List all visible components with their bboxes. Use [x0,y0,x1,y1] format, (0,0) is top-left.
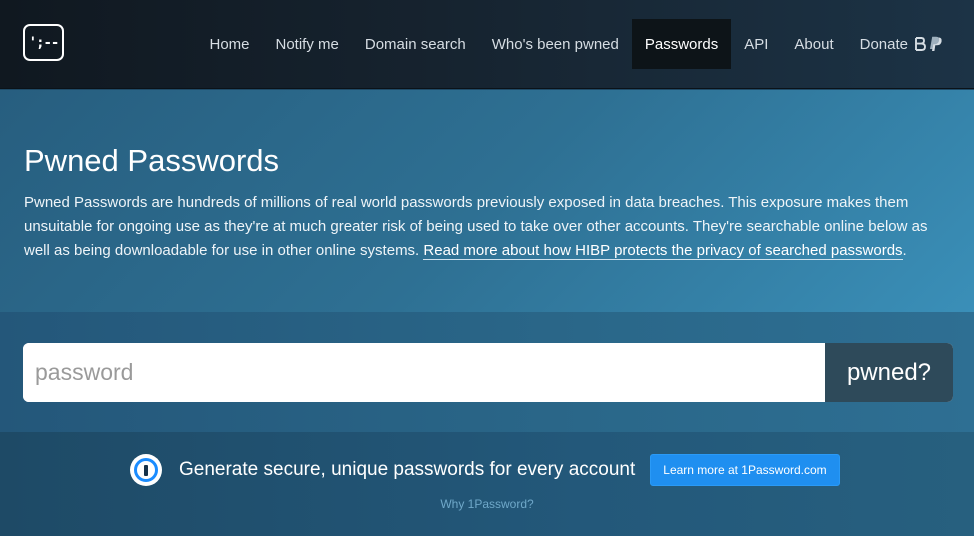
nav-item-domain-search[interactable]: Domain search [352,19,479,69]
navbar: ';-- Home Notify me Domain search Who's … [0,0,974,89]
nav-item-about[interactable]: About [781,19,846,69]
1password-icon [130,454,162,486]
search-section: pwned? [0,312,974,432]
pwned-search-button[interactable]: pwned? [825,343,953,402]
nav-item-donate[interactable]: Donate [847,19,956,69]
nav-item-api[interactable]: API [731,19,781,69]
nav-item-donate-label: Donate [859,35,908,53]
password-input[interactable] [23,343,825,402]
nav-item-passwords[interactable]: Passwords [631,19,732,69]
paypal-icon [930,36,942,51]
why-1password-link[interactable]: Why 1Password? [0,497,974,511]
donate-icons [913,36,943,52]
1password-icon-key [144,464,148,476]
hibp-logo[interactable]: ';-- [23,24,64,61]
page-title: Pwned Passwords [24,143,280,178]
1password-icon-ring [134,458,158,482]
nav-menu: Home Notify me Domain search Who's been … [196,19,956,69]
nav-item-whos-been-pwned[interactable]: Who's been pwned [479,19,632,69]
nav-item-home[interactable]: Home [196,19,262,69]
learn-more-button[interactable]: Learn more at 1Password.com [650,454,840,486]
privacy-link[interactable]: Read more about how HIBP protects the pr… [423,242,903,260]
hero-description: Pwned Passwords are hundreds of millions… [24,191,954,263]
promo-text: Generate secure, unique passwords for ev… [179,459,636,480]
promo-row: Generate secure, unique passwords for ev… [130,453,840,487]
bitcoin-icon [915,37,926,51]
hero-section: Pwned Passwords Pwned Passwords are hund… [0,90,974,312]
nav-item-notify-me[interactable]: Notify me [263,19,352,69]
search-box: pwned? [23,343,953,402]
hero-description-trailing: . [902,242,907,259]
1password-promo: Generate secure, unique passwords for ev… [0,432,974,536]
